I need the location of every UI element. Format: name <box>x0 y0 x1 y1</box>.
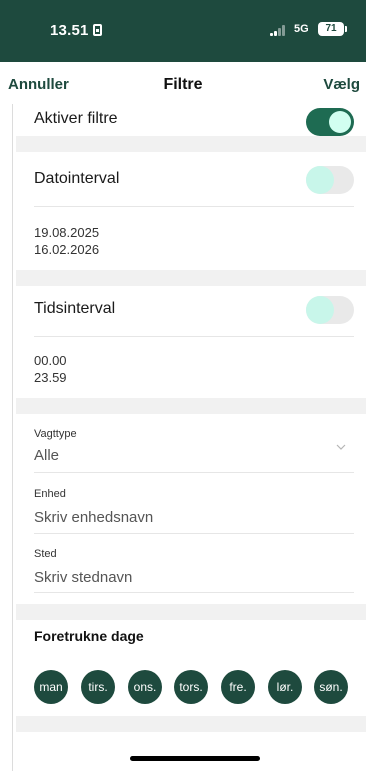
section-separator <box>16 398 366 414</box>
divider <box>34 472 354 473</box>
place-input[interactable]: Skriv stednavn <box>34 569 132 586</box>
signal-icon <box>270 24 288 36</box>
day-sun[interactable]: søn. <box>314 670 348 704</box>
divider <box>34 206 354 207</box>
time-to[interactable]: 23.59 <box>34 369 67 386</box>
day-mon[interactable]: man <box>34 670 68 704</box>
enable-filters-toggle[interactable] <box>306 108 354 136</box>
date-to[interactable]: 16.02.2026 <box>34 241 99 258</box>
divider <box>34 533 354 534</box>
frame-edge <box>12 62 13 771</box>
date-interval-label: Datointerval <box>34 170 120 187</box>
day-thu[interactable]: tors. <box>174 670 208 704</box>
sim-icon <box>92 24 102 36</box>
day-tue[interactable]: tirs. <box>81 670 115 704</box>
battery-icon: 71 <box>318 22 347 36</box>
preferred-days-title: Foretrukne dage <box>34 628 144 644</box>
date-from[interactable]: 19.08.2025 <box>34 224 99 241</box>
section-separator <box>16 604 366 620</box>
day-fri[interactable]: fre. <box>221 670 255 704</box>
day-sat[interactable]: lør. <box>268 670 302 704</box>
section-separator <box>16 136 366 152</box>
divider <box>34 592 354 593</box>
toggle-knob <box>306 166 334 194</box>
toggle-knob <box>329 111 351 133</box>
unit-input[interactable]: Skriv enhedsnavn <box>34 509 153 526</box>
unit-label: Enhed <box>34 488 66 500</box>
toggle-knob <box>306 296 334 324</box>
place-label: Sted <box>34 548 57 560</box>
day-wed[interactable]: ons. <box>128 670 162 704</box>
time-from[interactable]: 00.00 <box>34 352 67 369</box>
chevron-down-icon[interactable] <box>336 442 346 452</box>
shift-type-label: Vagttype <box>34 428 77 440</box>
status-time: 13.51 <box>50 22 102 39</box>
page-title: Filtre <box>163 76 203 93</box>
home-indicator[interactable] <box>130 756 260 761</box>
status-bar: 13.51 5G 71 <box>0 0 366 62</box>
date-interval-toggle[interactable] <box>306 166 354 194</box>
nav-bar: Annuller Filtre Vælg <box>0 62 366 104</box>
section-separator <box>16 270 366 286</box>
shift-type-select[interactable]: Alle <box>34 447 59 464</box>
divider <box>34 336 354 337</box>
enable-filters-label: Aktiver filtre <box>34 110 118 127</box>
select-button[interactable]: Vælg <box>323 76 360 93</box>
time-interval-label: Tidsinterval <box>34 300 116 317</box>
time-interval-toggle[interactable] <box>306 296 354 324</box>
section-separator <box>16 716 366 732</box>
network-type: 5G <box>294 23 309 35</box>
